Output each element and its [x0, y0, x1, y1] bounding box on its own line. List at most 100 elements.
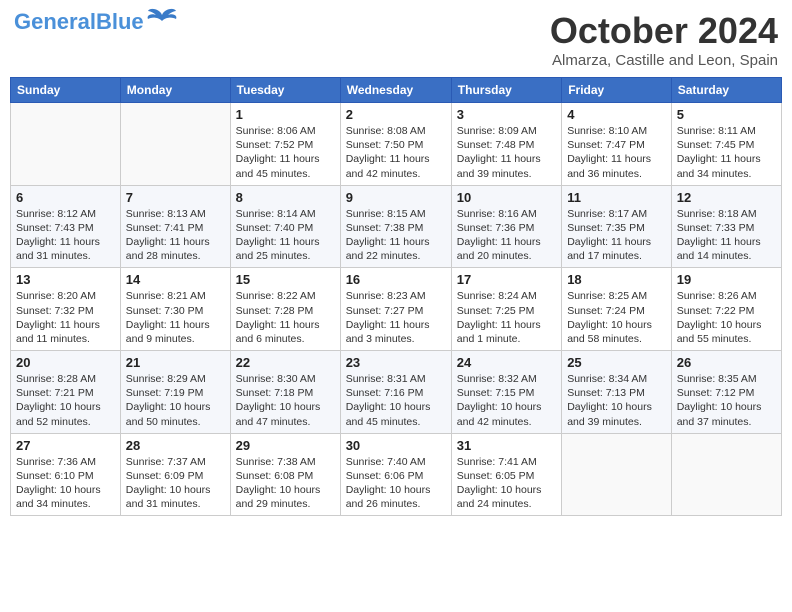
day-info: Sunrise: 8:24 AM Sunset: 7:25 PM Dayligh… [457, 289, 556, 346]
logo-text: GeneralBlue [14, 10, 144, 34]
day-info: Sunrise: 7:37 AM Sunset: 6:09 PM Dayligh… [126, 455, 225, 512]
calendar-week-row: 27 Sunrise: 7:36 AM Sunset: 6:10 PM Dayli… [11, 433, 782, 516]
day-number: 23 [346, 355, 446, 370]
day-number: 12 [677, 190, 776, 205]
page-header: GeneralBlue October 2024 Almarza, Castil… [10, 10, 782, 69]
day-number: 9 [346, 190, 446, 205]
day-info: Sunrise: 8:28 AM Sunset: 7:21 PM Dayligh… [16, 372, 115, 429]
calendar-cell: 3 Sunrise: 8:09 AM Sunset: 7:48 PM Daylig… [451, 103, 561, 186]
weekday-header: Friday [562, 78, 672, 103]
calendar-cell: 22 Sunrise: 8:30 AM Sunset: 7:18 PM Dayli… [230, 351, 340, 434]
logo: GeneralBlue [14, 10, 178, 34]
calendar-header-row: SundayMondayTuesdayWednesdayThursdayFrid… [11, 78, 782, 103]
day-number: 22 [236, 355, 335, 370]
day-number: 29 [236, 438, 335, 453]
calendar-cell: 11Sunrise: 8:17 AM Sunset: 7:35 PM Dayli… [562, 185, 672, 268]
calendar-cell: 19 Sunrise: 8:26 AM Sunset: 7:22 PM Dayli… [671, 268, 781, 351]
day-info: Sunrise: 8:10 AM Sunset: 7:47 PM Dayligh… [567, 124, 666, 181]
day-info: Sunrise: 8:21 AM Sunset: 7:30 PM Dayligh… [126, 289, 225, 346]
day-info: Sunrise: 7:41 AM Sunset: 6:05 PM Dayligh… [457, 455, 556, 512]
day-info: Sunrise: 7:40 AM Sunset: 6:06 PM Dayligh… [346, 455, 446, 512]
calendar-week-row: 6 Sunrise: 8:12 AM Sunset: 7:43 PM Daylig… [11, 185, 782, 268]
day-info: Sunrise: 8:11 AM Sunset: 7:45 PM Dayligh… [677, 124, 776, 181]
day-number: 24 [457, 355, 556, 370]
calendar-cell: 20 Sunrise: 8:28 AM Sunset: 7:21 PM Dayli… [11, 351, 121, 434]
weekday-header: Monday [120, 78, 230, 103]
day-info: Sunrise: 8:09 AM Sunset: 7:48 PM Dayligh… [457, 124, 556, 181]
calendar-cell [671, 433, 781, 516]
calendar-cell: 30 Sunrise: 7:40 AM Sunset: 6:06 PM Dayli… [340, 433, 451, 516]
calendar-cell: 5Sunrise: 8:11 AM Sunset: 7:45 PM Daylig… [671, 103, 781, 186]
day-info: Sunrise: 8:16 AM Sunset: 7:36 PM Dayligh… [457, 207, 556, 264]
day-number: 20 [16, 355, 115, 370]
day-number: 11 [567, 190, 666, 205]
calendar-cell: 31 Sunrise: 7:41 AM Sunset: 6:05 PM Dayli… [451, 433, 561, 516]
day-number: 25 [567, 355, 666, 370]
weekday-header: Wednesday [340, 78, 451, 103]
day-number: 28 [126, 438, 225, 453]
day-number: 27 [16, 438, 115, 453]
day-info: Sunrise: 8:18 AM Sunset: 7:33 PM Dayligh… [677, 207, 776, 264]
day-number: 18 [567, 272, 666, 287]
day-info: Sunrise: 8:26 AM Sunset: 7:22 PM Dayligh… [677, 289, 776, 346]
weekday-header: Sunday [11, 78, 121, 103]
location: Almarza, Castille and Leon, Spain [550, 52, 778, 69]
calendar-cell: 18 Sunrise: 8:25 AM Sunset: 7:24 PM Dayli… [562, 268, 672, 351]
calendar-week-row: 20 Sunrise: 8:28 AM Sunset: 7:21 PM Dayli… [11, 351, 782, 434]
calendar-table: SundayMondayTuesdayWednesdayThursdayFrid… [10, 77, 782, 516]
calendar-cell: 24 Sunrise: 8:32 AM Sunset: 7:15 PM Dayli… [451, 351, 561, 434]
day-info: Sunrise: 8:14 AM Sunset: 7:40 PM Dayligh… [236, 207, 335, 264]
day-info: Sunrise: 8:12 AM Sunset: 7:43 PM Dayligh… [16, 207, 115, 264]
day-info: Sunrise: 8:20 AM Sunset: 7:32 PM Dayligh… [16, 289, 115, 346]
day-number: 21 [126, 355, 225, 370]
day-info: Sunrise: 8:25 AM Sunset: 7:24 PM Dayligh… [567, 289, 666, 346]
day-info: Sunrise: 8:30 AM Sunset: 7:18 PM Dayligh… [236, 372, 335, 429]
day-info: Sunrise: 8:31 AM Sunset: 7:16 PM Dayligh… [346, 372, 446, 429]
calendar-cell: 2 Sunrise: 8:08 AM Sunset: 7:50 PM Daylig… [340, 103, 451, 186]
day-number: 30 [346, 438, 446, 453]
title-block: October 2024 Almarza, Castille and Leon,… [550, 10, 778, 69]
calendar-cell: 25 Sunrise: 8:34 AM Sunset: 7:13 PM Dayli… [562, 351, 672, 434]
day-info: Sunrise: 7:36 AM Sunset: 6:10 PM Dayligh… [16, 455, 115, 512]
day-info: Sunrise: 8:22 AM Sunset: 7:28 PM Dayligh… [236, 289, 335, 346]
day-number: 2 [346, 107, 446, 122]
day-number: 19 [677, 272, 776, 287]
calendar-week-row: 13 Sunrise: 8:20 AM Sunset: 7:32 PM Dayli… [11, 268, 782, 351]
day-number: 6 [16, 190, 115, 205]
weekday-header: Tuesday [230, 78, 340, 103]
day-number: 16 [346, 272, 446, 287]
day-number: 3 [457, 107, 556, 122]
day-info: Sunrise: 8:32 AM Sunset: 7:15 PM Dayligh… [457, 372, 556, 429]
day-number: 31 [457, 438, 556, 453]
day-number: 10 [457, 190, 556, 205]
calendar-cell: 21 Sunrise: 8:29 AM Sunset: 7:19 PM Dayli… [120, 351, 230, 434]
calendar-cell: 6 Sunrise: 8:12 AM Sunset: 7:43 PM Daylig… [11, 185, 121, 268]
calendar-cell: 10 Sunrise: 8:16 AM Sunset: 7:36 PM Dayli… [451, 185, 561, 268]
day-info: Sunrise: 8:13 AM Sunset: 7:41 PM Dayligh… [126, 207, 225, 264]
calendar-cell: 23 Sunrise: 8:31 AM Sunset: 7:16 PM Dayli… [340, 351, 451, 434]
day-info: Sunrise: 8:08 AM Sunset: 7:50 PM Dayligh… [346, 124, 446, 181]
calendar-cell: 8Sunrise: 8:14 AM Sunset: 7:40 PM Daylig… [230, 185, 340, 268]
day-info: Sunrise: 8:29 AM Sunset: 7:19 PM Dayligh… [126, 372, 225, 429]
calendar-cell: 16Sunrise: 8:23 AM Sunset: 7:27 PM Dayli… [340, 268, 451, 351]
calendar-cell: 12 Sunrise: 8:18 AM Sunset: 7:33 PM Dayli… [671, 185, 781, 268]
day-number: 4 [567, 107, 666, 122]
calendar-cell: 9Sunrise: 8:15 AM Sunset: 7:38 PM Daylig… [340, 185, 451, 268]
calendar-cell: 1Sunrise: 8:06 AM Sunset: 7:52 PM Daylig… [230, 103, 340, 186]
day-number: 7 [126, 190, 225, 205]
calendar-cell: 4 Sunrise: 8:10 AM Sunset: 7:47 PM Daylig… [562, 103, 672, 186]
day-info: Sunrise: 8:34 AM Sunset: 7:13 PM Dayligh… [567, 372, 666, 429]
calendar-cell: 14Sunrise: 8:21 AM Sunset: 7:30 PM Dayli… [120, 268, 230, 351]
day-number: 17 [457, 272, 556, 287]
calendar-week-row: 1Sunrise: 8:06 AM Sunset: 7:52 PM Daylig… [11, 103, 782, 186]
calendar-cell: 17 Sunrise: 8:24 AM Sunset: 7:25 PM Dayli… [451, 268, 561, 351]
day-number: 13 [16, 272, 115, 287]
calendar-cell: 13 Sunrise: 8:20 AM Sunset: 7:32 PM Dayli… [11, 268, 121, 351]
calendar-cell: 26Sunrise: 8:35 AM Sunset: 7:12 PM Dayli… [671, 351, 781, 434]
calendar-cell [11, 103, 121, 186]
calendar-cell: 7 Sunrise: 8:13 AM Sunset: 7:41 PM Daylig… [120, 185, 230, 268]
day-number: 1 [236, 107, 335, 122]
calendar-cell: 15Sunrise: 8:22 AM Sunset: 7:28 PM Dayli… [230, 268, 340, 351]
weekday-header: Thursday [451, 78, 561, 103]
calendar-cell: 27 Sunrise: 7:36 AM Sunset: 6:10 PM Dayli… [11, 433, 121, 516]
